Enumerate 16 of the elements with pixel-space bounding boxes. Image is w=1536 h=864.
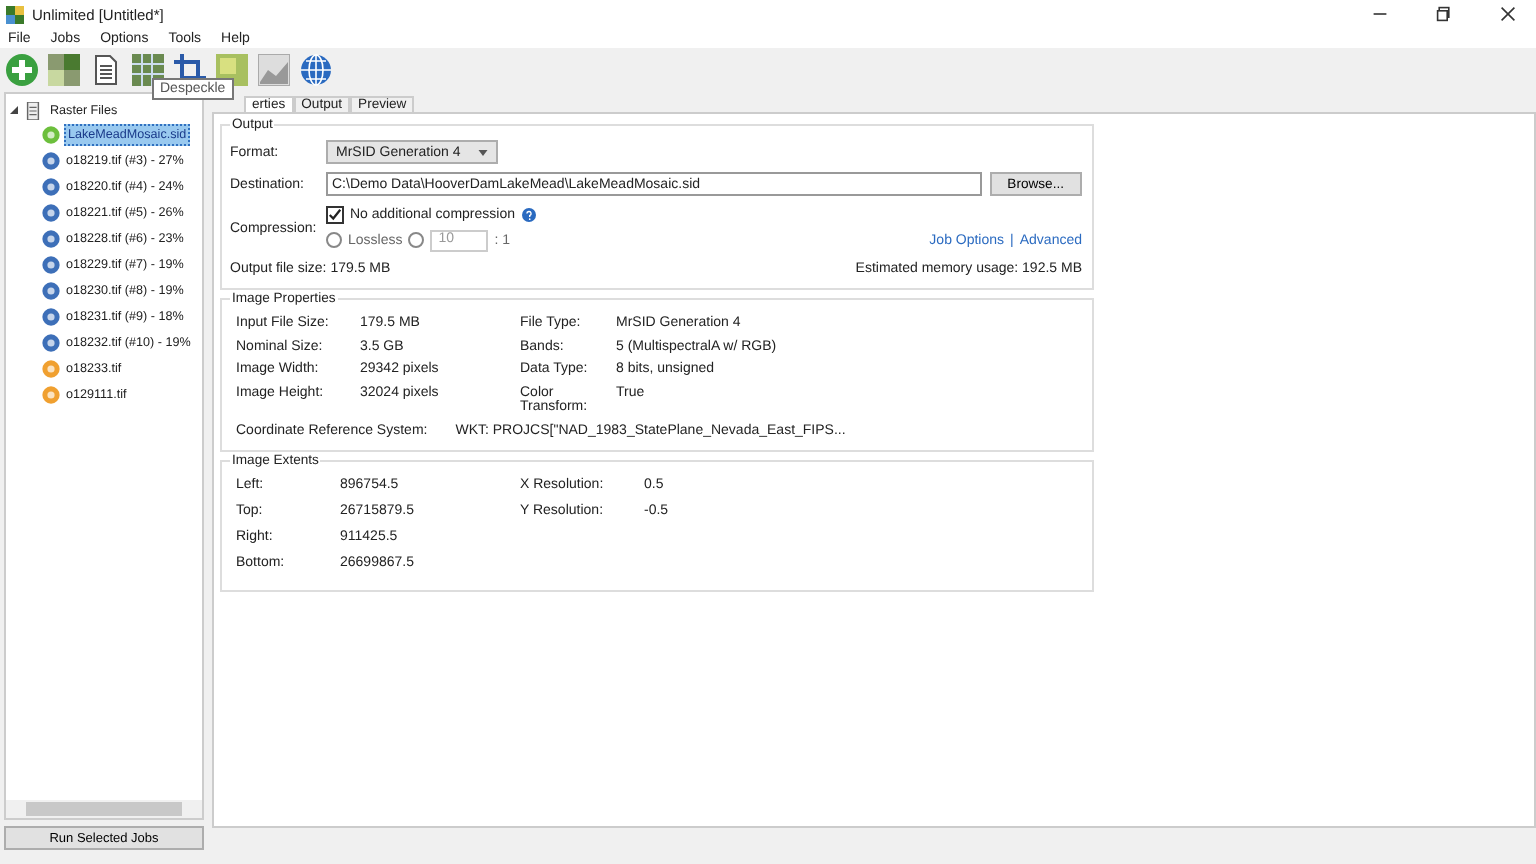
close-icon[interactable] [1500,6,1516,22]
help-icon[interactable] [521,207,535,221]
maximize-icon[interactable] [1436,6,1452,22]
collapse-icon[interactable] [10,106,18,114]
grid-icon[interactable] [132,54,164,86]
add-icon[interactable] [6,54,38,86]
horizontal-scrollbar[interactable] [6,800,202,818]
checkbox[interactable] [326,205,344,223]
caret-icon [478,149,488,155]
radio-button[interactable] [326,232,342,248]
app-icon [6,5,24,23]
document-icon[interactable] [90,54,122,86]
document-icon [24,101,42,119]
globe-icon[interactable] [300,54,332,86]
radio-button[interactable] [408,232,425,248]
mosaic-icon[interactable] [48,54,80,86]
